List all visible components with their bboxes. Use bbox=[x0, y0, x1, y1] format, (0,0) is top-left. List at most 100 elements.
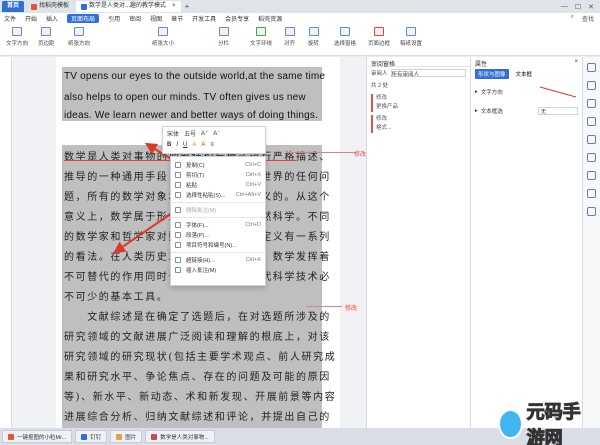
side-toolstrip bbox=[582, 57, 600, 428]
ribbon-manuscript[interactable]: 稿纸设置 bbox=[400, 27, 422, 47]
cursor-tool-icon[interactable] bbox=[587, 63, 596, 72]
help-tool-icon[interactable] bbox=[587, 207, 596, 216]
ribbon-align[interactable]: 对齐 bbox=[284, 27, 295, 47]
close-tab-icon[interactable]: × bbox=[172, 1, 176, 12]
menu-item-bullets[interactable]: 项目符号和编号(N)... bbox=[171, 240, 265, 250]
menu-item-copy[interactable]: 复制(C) Ctrl+C bbox=[171, 160, 265, 170]
search-label[interactable]: 查找 bbox=[582, 14, 594, 23]
tab-shape-image[interactable]: 形状与图像 bbox=[475, 69, 509, 79]
revision-block-1[interactable]: 修改 更换产品 bbox=[371, 94, 466, 112]
margins-icon bbox=[41, 27, 52, 36]
menu-item-paragraph[interactable]: 段落(P)... bbox=[171, 230, 265, 240]
highlight-icon[interactable]: A bbox=[192, 142, 196, 148]
reviewer-select[interactable]: 所有审阅人 bbox=[390, 69, 466, 78]
delete-comment-icon bbox=[175, 207, 181, 213]
share-tool-icon[interactable] bbox=[587, 171, 596, 180]
ribbon-columns[interactable]: 分栏 bbox=[218, 27, 229, 47]
menu-item-cut[interactable]: 剪切(T) Ctrl+X bbox=[171, 170, 265, 180]
bold-icon[interactable]: B bbox=[167, 142, 171, 148]
menu-file[interactable]: 文件 bbox=[4, 14, 16, 23]
taskbar-item-2[interactable]: 钉钉 bbox=[75, 430, 108, 443]
menu-item-insert-comment[interactable]: 插入批注(M) bbox=[171, 265, 265, 275]
menu-separator bbox=[171, 252, 265, 253]
mini-size-select[interactable]: 五号 bbox=[184, 129, 196, 138]
review-pane: 审阅窗格 审阅人 所有审阅人 共 2 处 修改 更换产品 修改 格式... bbox=[366, 57, 470, 428]
ribbon-paper-size[interactable]: 纸张大小 bbox=[152, 27, 174, 47]
taskbar-item-1[interactable]: 一键抠图的小粒Mr... bbox=[2, 430, 73, 443]
ribbon-rotate[interactable]: 旋转 bbox=[308, 27, 319, 47]
site-watermark: 元码手游网 bbox=[498, 402, 598, 445]
watermark-text: 元码手游网 bbox=[526, 402, 581, 445]
style-tool-icon[interactable] bbox=[587, 81, 596, 90]
new-tab-icon[interactable]: + bbox=[185, 2, 190, 11]
menu-developer[interactable]: 开发工具 bbox=[192, 14, 216, 23]
tab-home[interactable]: 首页 bbox=[2, 1, 25, 12]
ribbon-wrap[interactable]: 文字环绕 bbox=[250, 27, 272, 47]
menu-bar: 文件 开始 插入 页面布局 引用 审阅 视图 章节 开发工具 会员专享 稻壳资源… bbox=[0, 13, 600, 24]
minimize-icon[interactable]: — bbox=[561, 3, 568, 11]
mini-font-select[interactable]: 宋体 bbox=[167, 129, 179, 138]
close-pane-icon[interactable]: × bbox=[574, 59, 578, 65]
grow-font-icon[interactable]: A⁺ bbox=[201, 130, 208, 137]
ribbon-orientation[interactable]: 纸张方向 bbox=[68, 27, 90, 47]
tab-template[interactable]: 找稻壳模板 bbox=[26, 1, 74, 12]
revision-block-2[interactable]: 修改 格式... bbox=[371, 115, 466, 133]
align-center-icon[interactable]: ≡ bbox=[210, 142, 214, 148]
copy-icon bbox=[175, 162, 181, 168]
menu-home[interactable]: 开始 bbox=[25, 14, 37, 23]
layout-tool-icon[interactable] bbox=[587, 117, 596, 126]
menu-insert[interactable]: 插入 bbox=[46, 14, 58, 23]
properties-tool-icon[interactable] bbox=[587, 99, 596, 108]
translate-tool-icon[interactable] bbox=[587, 189, 596, 198]
wrap-text-icon bbox=[256, 27, 266, 36]
comment-mark-1[interactable]: 修改 bbox=[354, 149, 366, 158]
comment-mark-2[interactable]: 修改 bbox=[343, 303, 360, 312]
menu-separator bbox=[171, 217, 265, 218]
menu-resources[interactable]: 稻壳资源 bbox=[258, 14, 282, 23]
menubar-right: ⌕ 查找 bbox=[571, 14, 600, 23]
underline-icon[interactable]: U bbox=[183, 142, 187, 148]
menu-item-paste-special[interactable]: 选择性粘贴(S)... Ctrl+Alt+V bbox=[171, 190, 265, 200]
bullets-icon bbox=[175, 242, 181, 248]
menu-review[interactable]: 审阅 bbox=[129, 14, 141, 23]
paste-special-icon bbox=[175, 192, 181, 198]
menu-item-hyperlink[interactable]: 超链接(H)... Ctrl+K bbox=[171, 255, 265, 265]
paragraph-icon bbox=[175, 232, 181, 238]
taskbar-item-4[interactable]: 数学是人类对事物... bbox=[145, 430, 215, 443]
tab-textbox[interactable]: 文本框 bbox=[513, 69, 536, 79]
menu-item-font[interactable]: 字体(F)... Ctrl+D bbox=[171, 220, 265, 230]
menu-section[interactable]: 章节 bbox=[171, 14, 183, 23]
shrink-font-icon[interactable]: A⁻ bbox=[213, 130, 220, 137]
app-icon bbox=[81, 433, 88, 440]
search-icon[interactable]: ⌕ bbox=[571, 14, 574, 23]
menu-item-paste[interactable]: 粘贴 Ctrl+V bbox=[171, 180, 265, 190]
maximize-icon[interactable]: ☐ bbox=[575, 3, 581, 11]
textbox-select[interactable]: 无 bbox=[538, 107, 578, 115]
taskbar-item-3[interactable]: 图片 bbox=[110, 430, 143, 443]
map-tool-icon[interactable] bbox=[587, 153, 596, 162]
shape-tool-icon[interactable] bbox=[587, 135, 596, 144]
text-direction-row[interactable]: ▸ 文字方向 bbox=[471, 81, 582, 103]
text-direction-icon bbox=[12, 27, 22, 36]
hyperlink-icon bbox=[175, 257, 181, 263]
ribbon-page-border[interactable]: 页面边框 bbox=[368, 27, 390, 47]
ribbon-selection-pane[interactable]: 选择窗格 bbox=[334, 27, 356, 47]
ribbon-text-direction[interactable]: 文字方向 bbox=[6, 27, 28, 47]
tab-document[interactable]: 数学是人类对...趣的教学模式 × bbox=[76, 1, 181, 12]
close-window-icon[interactable]: ✕ bbox=[588, 3, 594, 11]
textbox-row[interactable]: ▸ 文本框选 无 bbox=[471, 103, 582, 119]
menu-references[interactable]: 引用 bbox=[108, 14, 120, 23]
document-icon bbox=[81, 3, 88, 10]
menu-page-layout[interactable]: 页面布局 bbox=[67, 14, 100, 23]
font-color-icon[interactable]: A bbox=[201, 142, 205, 148]
italic-icon[interactable]: I bbox=[176, 142, 178, 148]
word-processor-window: 首页 找稻壳模板 数学是人类对...趣的教学模式 × + — ☐ ✕ 文件 开始… bbox=[0, 0, 600, 445]
expand-icon: ▸ bbox=[475, 108, 478, 114]
ribbon-margins[interactable]: 页边距 bbox=[38, 27, 55, 47]
menu-view[interactable]: 视图 bbox=[150, 14, 162, 23]
selection-pane-icon bbox=[340, 27, 350, 36]
menu-member[interactable]: 会员专享 bbox=[225, 14, 249, 23]
ribbon-toolbar: 文字方向 页边距 纸张方向 纸张大小 分栏 文字环绕 对齐 旋转 选择窗格 页面… bbox=[0, 24, 600, 56]
paper-size-icon bbox=[158, 27, 168, 36]
menu-item-delete-comment[interactable]: 删除批注(M) bbox=[171, 205, 265, 215]
